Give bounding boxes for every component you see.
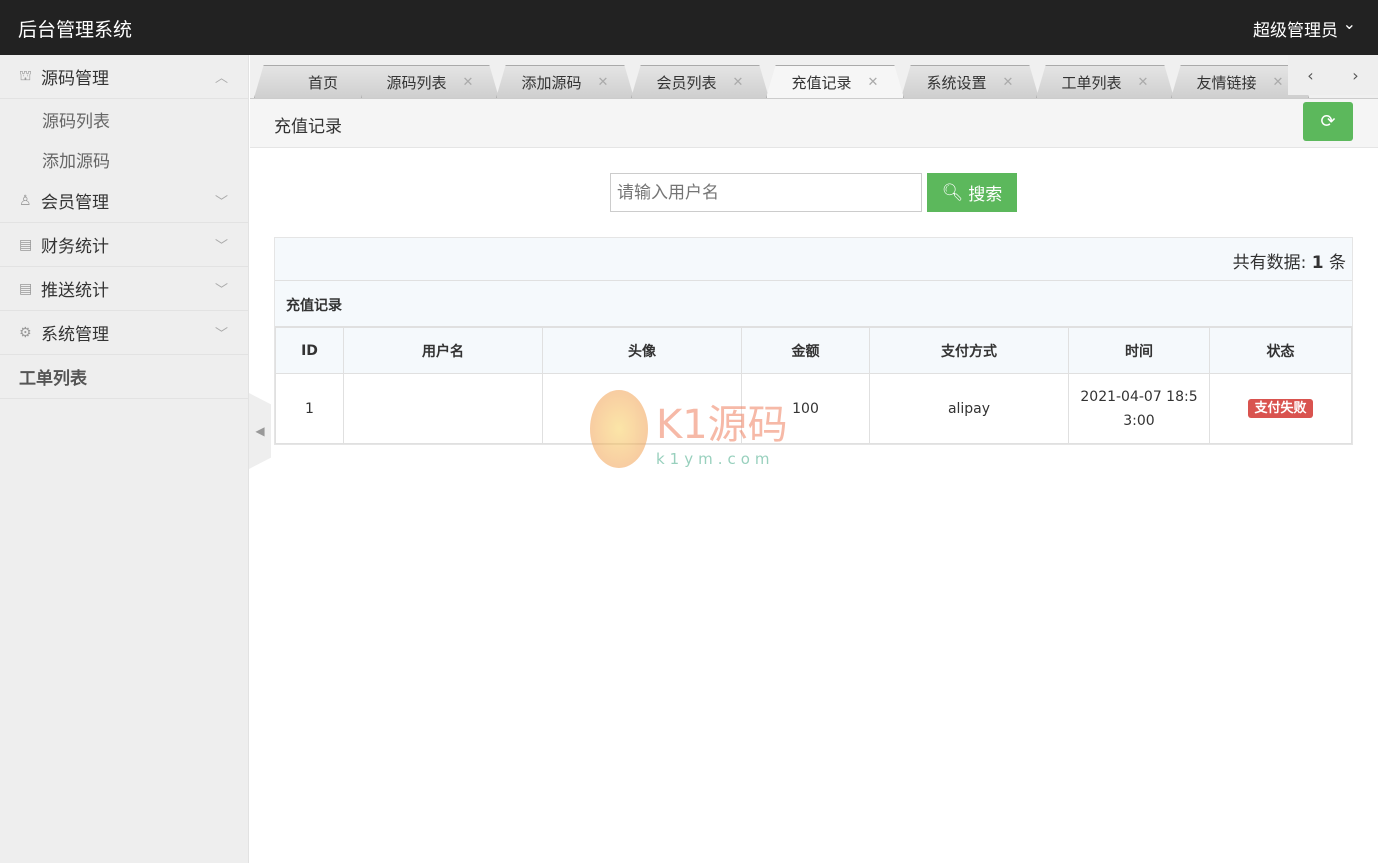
cell-avatar	[542, 373, 742, 444]
sidebar-group-members[interactable]: ♙ 会员管理 ﹀	[0, 179, 248, 223]
close-icon[interactable]: ✕	[1003, 75, 1014, 90]
top-bar: 后台管理系统 超级管理员 ⌄	[0, 0, 1378, 55]
tab-label: 添加源码	[521, 73, 582, 92]
chevron-up-icon: ︿	[214, 71, 228, 86]
cell-id: 1	[275, 373, 344, 444]
records-panel: 共有数据: 1 条 充值记录 ID 用户名 头像 金额 支付方式 时间 状态 1…	[274, 237, 1353, 445]
col-status: 状态	[1209, 327, 1352, 374]
sidebar: ⛫ 源码管理 ︿ 源码列表 添加源码 ♙ 会员管理 ﹀ ▤ 财务统计 ﹀ ▤ 推送统计 ﹀ ⚙ 系…	[0, 55, 249, 863]
cell-time: 2021-04-07 18:53:00	[1068, 373, 1210, 444]
col-avatar: 头像	[542, 327, 742, 374]
chart-icon: ▤	[19, 236, 33, 253]
tab-label: 友情链接	[1196, 73, 1257, 92]
close-icon[interactable]: ✕	[733, 75, 744, 90]
col-amount: 金额	[741, 327, 870, 374]
chevron-down-icon: ﹀	[214, 195, 228, 210]
tab-nav: ‹ ›	[1288, 55, 1378, 95]
record-count: 共有数据: 1 条	[275, 238, 1352, 281]
cell-amount: 100	[741, 373, 870, 444]
tab-member-list[interactable]: 会员列表 ✕	[631, 65, 769, 98]
label: 推送统计	[41, 281, 109, 301]
tab-source-list[interactable]: 源码列表 ✕	[361, 65, 499, 98]
bag-icon: ⛫	[19, 67, 32, 84]
tab-label: 会员列表	[656, 73, 717, 92]
count-prefix: 共有数据:	[1232, 253, 1307, 273]
close-icon[interactable]: ✕	[868, 75, 879, 90]
tab-bar: 首页 源码列表 ✕ 添加源码 ✕ 会员列表 ✕ 充值记录 ✕ 系统设置 ✕ 工单列表 ✕ 友…	[250, 55, 1378, 99]
tab-label: 首页	[307, 73, 338, 92]
refresh-icon: ⟳	[1320, 111, 1336, 132]
sidebar-collapse-toggle[interactable]: ◀	[249, 393, 271, 469]
cell-status: 支付失败	[1209, 373, 1352, 444]
tab-add-source[interactable]: 添加源码 ✕	[496, 65, 634, 98]
tab-label: 充值记录	[791, 73, 852, 92]
chevron-right-icon[interactable]: ›	[1352, 66, 1358, 85]
label: 源码管理	[41, 69, 109, 89]
sidebar-group-finance[interactable]: ▤ 财务统计 ﹀	[0, 223, 248, 267]
cell-pay: alipay	[869, 373, 1069, 444]
count-value: 1	[1311, 253, 1324, 273]
chart-icon: ▤	[19, 280, 33, 297]
count-suffix: 条	[1329, 253, 1346, 273]
username-search-input[interactable]	[610, 173, 922, 212]
chevron-down-icon[interactable]: ⌄	[1343, 14, 1356, 33]
close-icon[interactable]: ✕	[1138, 75, 1149, 90]
app-title: 后台管理系统	[18, 19, 133, 41]
watermark-domain: k1ym.com	[656, 450, 775, 468]
close-icon[interactable]: ✕	[598, 75, 609, 90]
chevron-down-icon: ﹀	[214, 239, 228, 254]
label: 系统管理	[41, 325, 109, 345]
tab-label: 系统设置	[926, 73, 987, 92]
sidebar-group-source[interactable]: ⛫ 源码管理 ︿	[0, 55, 248, 99]
table-header-row: ID 用户名 头像 金额 支付方式 时间 状态	[275, 327, 1352, 374]
sidebar-item-source-list[interactable]: 源码列表	[0, 99, 248, 139]
search-icon: 🔍︎	[941, 182, 964, 203]
chevron-down-icon: ﹀	[214, 327, 228, 342]
cell-username	[343, 373, 543, 444]
records-table: ID 用户名 头像 金额 支付方式 时间 状态 1 100 alipay 202…	[275, 327, 1352, 444]
tab-recharge[interactable]: 充值记录 ✕	[766, 65, 904, 98]
table-caption: 充值记录	[275, 281, 1352, 327]
sidebar-group-system[interactable]: ⚙ 系统管理 ﹀	[0, 311, 248, 355]
sidebar-item-tickets[interactable]: 工单列表	[0, 355, 248, 399]
close-icon[interactable]: ✕	[463, 75, 474, 90]
col-username: 用户名	[343, 327, 543, 374]
label: 会员管理	[41, 193, 109, 213]
col-id: ID	[275, 327, 344, 374]
table-row: 1 100 alipay 2021-04-07 18:53:00 支付失败	[275, 373, 1352, 444]
sidebar-group-push[interactable]: ▤ 推送统计 ﹀	[0, 267, 248, 311]
tab-label: 源码列表	[386, 73, 447, 92]
search-button[interactable]: 🔍︎ 搜索	[927, 173, 1017, 212]
user-icon: ♙	[19, 192, 32, 209]
tab-tickets[interactable]: 工单列表 ✕	[1036, 65, 1174, 98]
refresh-button[interactable]: ⟳	[1303, 102, 1353, 141]
gear-icon: ⚙	[19, 324, 32, 341]
chevron-down-icon: ﹀	[214, 283, 228, 298]
tab-label: 工单列表	[1061, 73, 1122, 92]
chevron-left-icon[interactable]: ‹	[1307, 66, 1313, 85]
status-badge: 支付失败	[1248, 399, 1313, 418]
sidebar-item-add-source[interactable]: 添加源码	[0, 139, 248, 179]
user-menu[interactable]: 超级管理员	[1253, 16, 1338, 41]
col-time: 时间	[1068, 327, 1210, 374]
page-title: 充值记录	[274, 117, 342, 137]
tab-settings[interactable]: 系统设置 ✕	[901, 65, 1039, 98]
col-pay: 支付方式	[869, 327, 1069, 374]
close-icon[interactable]: ✕	[1273, 75, 1284, 90]
page-header: 充值记录 ⟳	[250, 99, 1378, 148]
search-label: 搜索	[968, 185, 1003, 205]
label: 财务统计	[41, 237, 109, 257]
